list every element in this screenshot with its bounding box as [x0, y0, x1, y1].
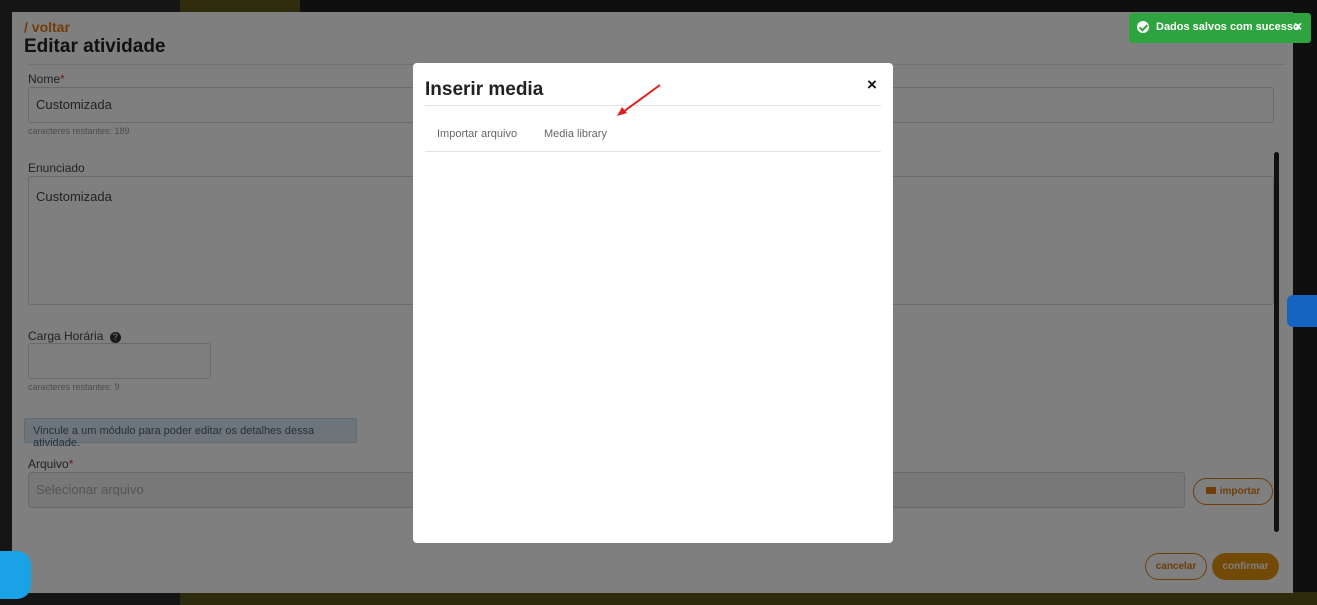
- accessibility-hand-icon[interactable]: [1287, 295, 1317, 327]
- insert-media-modal: Inserir media × Importar arquivo Media l…: [413, 63, 893, 543]
- check-circle-icon: [1137, 21, 1149, 33]
- tab-import-file[interactable]: Importar arquivo: [437, 128, 517, 140]
- tab-media-library[interactable]: Media library: [544, 128, 607, 140]
- success-toast: Dados salvos com sucesso ×: [1129, 13, 1311, 43]
- toast-message: Dados salvos com sucesso: [1156, 21, 1300, 33]
- close-icon[interactable]: ×: [867, 75, 877, 95]
- modal-title: Inserir media: [425, 79, 544, 100]
- toast-close-icon[interactable]: ×: [1294, 18, 1302, 34]
- tabs-divider: [425, 151, 881, 152]
- chat-icon[interactable]: [0, 551, 31, 599]
- annotation-arrow-icon: [617, 84, 661, 116]
